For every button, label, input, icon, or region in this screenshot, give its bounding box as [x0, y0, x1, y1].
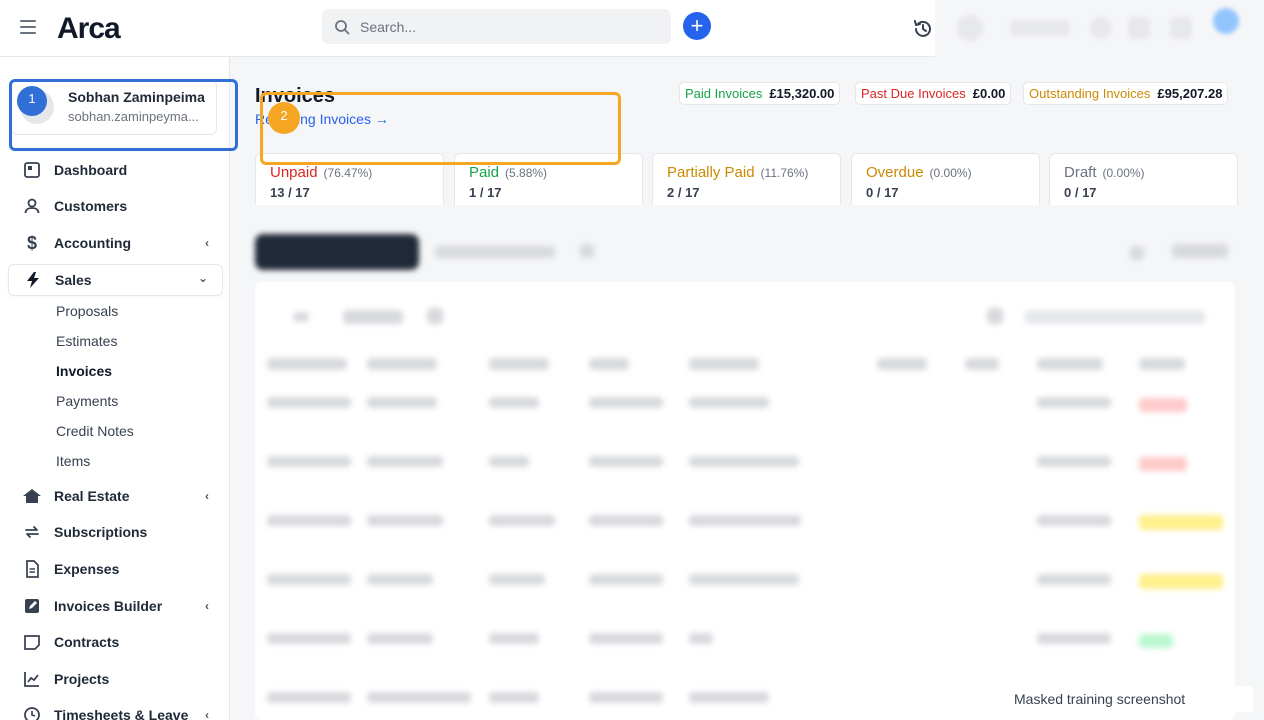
sidebar-subitem-credit-notes[interactable]: Credit Notes — [56, 423, 134, 439]
stat-percent: (76.47%) — [323, 166, 373, 180]
summary-label: Past Due Invoices — [861, 86, 966, 101]
sidebar-subitem-invoices[interactable]: Invoices — [56, 363, 112, 379]
sidebar: Sobhan Zaminpeima sobhan.zaminpeyma... D… — [0, 57, 230, 720]
stat-percent: (11.76%) — [760, 166, 809, 180]
masked-toolbar-item — [1172, 244, 1228, 258]
page-title: Invoices — [255, 85, 336, 107]
sidebar-subitem-proposals[interactable]: Proposals — [56, 303, 118, 319]
sidebar-item-contracts[interactable]: Contracts — [8, 626, 223, 658]
stat-card-overdue[interactable]: Overdue (0.00%) 0 / 17 — [851, 153, 1040, 205]
chevron-left-icon: ‹ — [205, 236, 209, 250]
app-logo[interactable]: Arca — [57, 12, 121, 46]
sidebar-subitem-items[interactable]: Items — [56, 453, 90, 469]
stat-title: Unpaid — [270, 164, 318, 181]
masked-toolbar-item — [435, 246, 555, 258]
stat-percent: (0.00%) — [1102, 166, 1145, 180]
summary-amount: £15,320.00 — [769, 86, 835, 101]
sidebar-item-label: Timesheets & Leave — [54, 707, 189, 720]
sidebar-subitem-payments[interactable]: Payments — [56, 393, 118, 409]
stat-count: 1 / 17 — [469, 185, 502, 200]
sidebar-item-projects[interactable]: Projects — [8, 663, 223, 695]
stat-card-unpaid[interactable]: Unpaid (76.47%) 13 / 17 — [255, 153, 444, 205]
sidebar-item-label: Projects — [54, 671, 110, 687]
summary-paid: Paid Invoices £15,320.00 — [679, 82, 841, 105]
history-icon[interactable] — [912, 18, 934, 40]
stat-title: Overdue — [866, 164, 924, 181]
sidebar-item-sales[interactable]: Sales ⌄ — [8, 264, 223, 296]
stat-count: 13 / 17 — [270, 185, 310, 200]
chevron-left-icon: ‹ — [205, 599, 209, 613]
masked-toolbar-item — [1130, 246, 1144, 260]
quick-create-button[interactable]: + — [683, 12, 711, 40]
dashboard-icon — [22, 160, 42, 180]
sidebar-item-label: Dashboard — [54, 162, 128, 178]
topbar-right-masked — [935, 0, 1264, 57]
chevron-left-icon: ‹ — [205, 708, 209, 720]
stat-title: Paid — [469, 164, 500, 181]
summary-label: Outstanding Invoices — [1029, 86, 1151, 101]
sidebar-item-expenses[interactable]: Expenses — [8, 553, 223, 585]
file-icon — [22, 559, 42, 579]
watermark-label: Masked training screenshot — [1007, 686, 1253, 712]
summary-amount: £95,207.28 — [1157, 86, 1223, 101]
masked-toolbar-item — [580, 244, 594, 258]
profile-email: sobhan.zaminpeyma... — [68, 109, 199, 124]
repeat-icon — [22, 522, 42, 542]
logo-text: Arca — [57, 12, 121, 45]
search-input[interactable] — [360, 18, 640, 35]
summary-label: Paid Invoices — [685, 86, 763, 101]
chart-icon — [22, 669, 42, 689]
stat-count: 2 / 17 — [667, 185, 700, 200]
plus-icon: + — [690, 13, 704, 38]
sidebar-item-label: Accounting — [54, 235, 131, 251]
sidebar-item-label: Customers — [54, 198, 128, 214]
hamburger-menu-icon[interactable] — [20, 20, 36, 34]
stat-title: Partially Paid — [667, 164, 755, 181]
stat-card-draft[interactable]: Draft (0.00%) 0 / 17 — [1049, 153, 1238, 205]
stat-percent: (0.00%) — [929, 166, 972, 180]
edit-icon — [22, 596, 42, 616]
sidebar-item-customers[interactable]: Customers — [8, 190, 223, 222]
clock-icon — [22, 705, 42, 720]
bolt-icon — [23, 270, 43, 290]
sidebar-subitem-estimates[interactable]: Estimates — [56, 333, 117, 349]
create-invoice-button-masked[interactable] — [255, 234, 419, 270]
stat-count: 0 / 17 — [1064, 185, 1097, 200]
chevron-left-icon: ‹ — [205, 489, 209, 503]
stat-count: 0 / 17 — [866, 185, 899, 200]
sidebar-item-label: Real Estate — [54, 488, 130, 504]
stat-percent: (5.88%) — [505, 166, 548, 180]
note-icon — [22, 632, 42, 652]
top-bar: Arca + — [0, 0, 935, 57]
summary-amount: £0.00 — [972, 86, 1006, 101]
user-icon — [22, 196, 42, 216]
dollar-icon: $ — [26, 232, 37, 253]
house-icon — [22, 486, 42, 506]
stat-card-partially-paid[interactable]: Partially Paid (11.76%) 2 / 17 — [652, 153, 841, 205]
sidebar-item-label: Sales — [55, 272, 92, 288]
profile-name: Sobhan Zaminpeima — [68, 89, 205, 105]
sidebar-item-subscriptions[interactable]: Subscriptions — [8, 516, 223, 548]
summary-outstanding: Outstanding Invoices £95,207.28 — [1023, 82, 1229, 105]
stat-card-paid[interactable]: Paid (5.88%) 1 / 17 — [454, 153, 643, 205]
sidebar-item-label: Subscriptions — [54, 524, 148, 540]
sidebar-item-accounting[interactable]: $ Accounting ‹ — [8, 227, 223, 259]
annotation-marker-2: 2 — [268, 102, 300, 134]
search-icon — [335, 19, 350, 34]
annotation-marker-1: 1 — [17, 86, 47, 116]
stat-title: Draft — [1064, 164, 1097, 181]
chevron-down-icon: ⌄ — [197, 271, 208, 285]
summary-past-due: Past Due Invoices £0.00 — [855, 82, 1012, 105]
sidebar-item-label: Contracts — [54, 634, 120, 650]
sidebar-item-dashboard[interactable]: Dashboard — [8, 154, 223, 186]
search-bar[interactable] — [322, 9, 671, 44]
sidebar-item-timesheets[interactable]: Timesheets & Leave ‹ — [8, 699, 223, 720]
invoices-table-masked — [255, 282, 1235, 720]
sidebar-item-label: Expenses — [54, 561, 120, 577]
sidebar-item-label: Invoices Builder — [54, 598, 163, 614]
sidebar-item-invoices-builder[interactable]: Invoices Builder ‹ — [8, 590, 223, 622]
sidebar-item-real-estate[interactable]: Real Estate ‹ — [8, 480, 223, 512]
